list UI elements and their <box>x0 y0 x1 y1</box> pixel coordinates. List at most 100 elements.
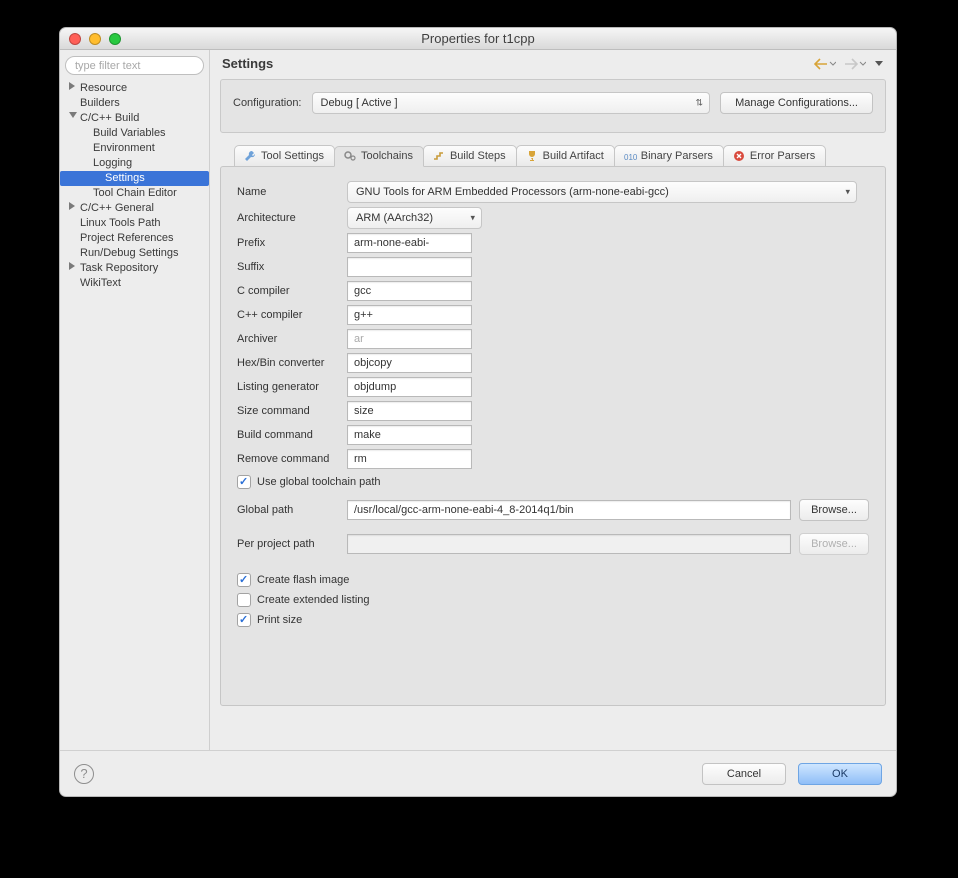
tree-item[interactable]: Linux Tools Path <box>65 216 204 231</box>
tab-binary-parsers[interactable]: 010 Binary Parsers <box>614 145 724 166</box>
ok-button[interactable]: OK <box>798 763 882 785</box>
print-size-label: Print size <box>257 614 302 626</box>
wrench-icon <box>243 149 257 163</box>
name-select[interactable]: GNU Tools for ARM Embedded Processors (a… <box>347 181 857 203</box>
heading-row: Settings <box>210 50 896 75</box>
main-panel: Settings Configuration: Debug [ Ac <box>210 50 896 750</box>
tree-item[interactable]: Tool Chain Editor <box>65 186 204 201</box>
tree-item[interactable]: WikiText <box>65 276 204 291</box>
tree-item[interactable]: Run/Debug Settings <box>65 246 204 261</box>
create-flash-image-label: Create flash image <box>257 574 349 586</box>
create-flash-image-checkbox[interactable] <box>237 573 251 587</box>
disclosure-right-icon[interactable] <box>69 82 78 91</box>
tree-item[interactable]: C/C++ Build <box>65 111 204 126</box>
configuration-label: Configuration: <box>233 97 302 109</box>
menu-dropdown-icon[interactable] <box>874 58 884 70</box>
global-path-label: Global path <box>237 504 347 516</box>
remove-command-input[interactable] <box>347 449 472 469</box>
chevron-down-icon: ▾ <box>470 213 475 224</box>
disclosure-right-icon[interactable] <box>69 262 78 271</box>
tree-item-label: Builders <box>80 97 120 109</box>
create-extended-listing-label: Create extended listing <box>257 594 370 606</box>
tree-item-label: Linux Tools Path <box>80 217 161 229</box>
tree-item[interactable]: Settings <box>60 171 209 186</box>
global-path-input[interactable] <box>347 500 791 520</box>
tab-build-artifact[interactable]: Build Artifact <box>516 145 615 166</box>
configuration-box: Configuration: Debug [ Active ] ⇅ Manage… <box>220 79 886 133</box>
use-global-toolchain-label: Use global toolchain path <box>257 476 381 488</box>
archiver-label: Archiver <box>237 333 347 345</box>
tab-toolchains[interactable]: Toolchains <box>334 146 424 167</box>
tree-item-label: Task Repository <box>80 262 158 274</box>
c-compiler-input[interactable] <box>347 281 472 301</box>
tree-item-label: Settings <box>105 172 145 184</box>
configuration-select[interactable]: Debug [ Active ] ⇅ <box>312 92 711 114</box>
remove-command-label: Remove command <box>237 453 347 465</box>
properties-window: Properties for t1cpp type filter text Re… <box>59 27 897 797</box>
build-command-label: Build command <box>237 429 347 441</box>
suffix-label: Suffix <box>237 261 347 273</box>
cancel-button[interactable]: Cancel <box>702 763 786 785</box>
help-icon[interactable]: ? <box>74 764 94 784</box>
trophy-icon <box>525 149 539 163</box>
cpp-compiler-input[interactable] <box>347 305 472 325</box>
print-size-checkbox[interactable] <box>237 613 251 627</box>
chevron-down-icon: ▾ <box>845 187 850 198</box>
global-path-browse-button[interactable]: Browse... <box>799 499 869 521</box>
chevron-updown-icon: ⇅ <box>696 98 704 109</box>
titlebar[interactable]: Properties for t1cpp <box>60 28 896 50</box>
tabstrip: Tool Settings Toolchains Build Steps Bui… <box>234 145 886 166</box>
size-command-label: Size command <box>237 405 347 417</box>
tree-item-label: C/C++ General <box>80 202 154 214</box>
tree-item-label: Environment <box>93 142 155 154</box>
tree-item[interactable]: Builders <box>65 96 204 111</box>
create-extended-listing-checkbox[interactable] <box>237 593 251 607</box>
forward-button[interactable] <box>844 58 866 70</box>
tree-item-label: Build Variables <box>93 127 166 139</box>
tree-item[interactable]: Project References <box>65 231 204 246</box>
prefix-input[interactable] <box>347 233 472 253</box>
tree-item[interactable]: Resource <box>65 81 204 96</box>
build-command-input[interactable] <box>347 425 472 445</box>
error-icon <box>732 149 746 163</box>
tree-item-label: C/C++ Build <box>80 112 139 124</box>
tree-item-label: Project References <box>80 232 174 244</box>
settings-tabs: Tool Settings Toolchains Build Steps Bui… <box>220 145 886 706</box>
dialog-footer: ? Cancel OK <box>60 750 896 796</box>
manage-configurations-button[interactable]: Manage Configurations... <box>720 92 873 114</box>
toolchains-panel: Name GNU Tools for ARM Embedded Processo… <box>220 166 886 706</box>
window-title: Properties for t1cpp <box>60 31 896 46</box>
filter-input[interactable]: type filter text <box>65 56 204 75</box>
per-project-path-label: Per project path <box>237 538 347 550</box>
page-title: Settings <box>222 56 814 71</box>
listing-generator-input[interactable] <box>347 377 472 397</box>
archiver-input[interactable] <box>347 329 472 349</box>
nav-tree: Resource Builders C/C++ Build Build Variabl… <box>65 81 204 291</box>
per-project-path-input <box>347 534 791 554</box>
use-global-toolchain-checkbox[interactable] <box>237 475 251 489</box>
tab-build-steps[interactable]: Build Steps <box>423 145 517 166</box>
tree-item[interactable]: Logging <box>65 156 204 171</box>
steps-icon <box>432 149 446 163</box>
tree-item-label: WikiText <box>80 277 121 289</box>
architecture-select[interactable]: ARM (AArch32) ▾ <box>347 207 482 229</box>
disclosure-down-icon[interactable] <box>69 112 78 121</box>
suffix-input[interactable] <box>347 257 472 277</box>
tree-item[interactable]: Environment <box>65 141 204 156</box>
tree-item[interactable]: Task Repository <box>65 261 204 276</box>
tree-item-label: Resource <box>80 82 127 94</box>
c-compiler-label: C compiler <box>237 285 347 297</box>
listing-generator-label: Listing generator <box>237 381 347 393</box>
hex-converter-input[interactable] <box>347 353 472 373</box>
tree-item[interactable]: C/C++ General <box>65 201 204 216</box>
tree-item[interactable]: Build Variables <box>65 126 204 141</box>
prefix-label: Prefix <box>237 237 347 249</box>
back-button[interactable] <box>814 58 836 70</box>
tab-tool-settings[interactable]: Tool Settings <box>234 145 335 166</box>
nav-arrows <box>814 58 884 70</box>
window-body: type filter text Resource Builders C/C++ B… <box>60 50 896 750</box>
tab-error-parsers[interactable]: Error Parsers <box>723 145 826 166</box>
configuration-value: Debug [ Active ] <box>321 97 398 109</box>
disclosure-right-icon[interactable] <box>69 202 78 211</box>
size-command-input[interactable] <box>347 401 472 421</box>
